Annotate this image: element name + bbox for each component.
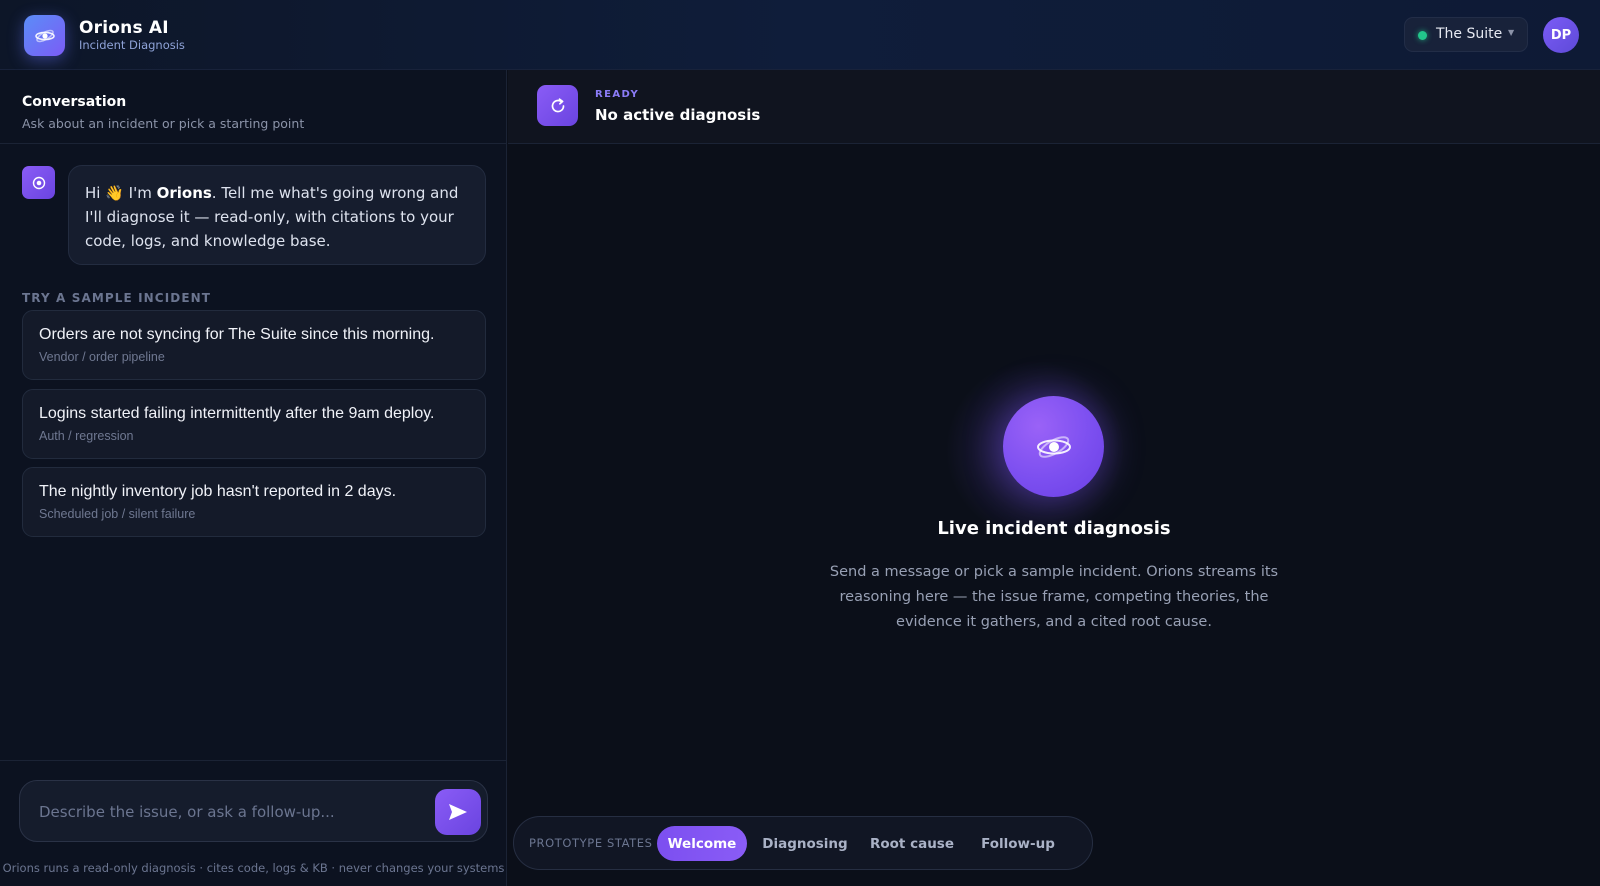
tab-root-cause[interactable]: Root cause bbox=[867, 826, 957, 861]
sample-incident-title: Logins started failing intermittently af… bbox=[39, 405, 435, 422]
message-input[interactable] bbox=[39, 800, 419, 824]
sample-incident-tag: Auth / regression bbox=[39, 429, 134, 443]
app-header: Orions AI Incident Diagnosis The Suite ▼… bbox=[0, 0, 1600, 70]
tab-welcome[interactable]: Welcome bbox=[657, 826, 747, 861]
tab-diagnosing[interactable]: Diagnosing bbox=[757, 826, 853, 861]
send-icon bbox=[449, 804, 467, 820]
status-label: READY bbox=[595, 89, 640, 100]
sample-incident-title: Orders are not syncing for The Suite sin… bbox=[39, 326, 435, 343]
conversation-panel: Conversation Ask about an incident or pi… bbox=[0, 70, 507, 886]
hero-title: Live incident diagnosis bbox=[937, 518, 1171, 539]
send-button[interactable] bbox=[435, 789, 481, 835]
conversation-title: Conversation bbox=[22, 94, 127, 110]
app-subtitle: Incident Diagnosis bbox=[79, 38, 185, 52]
divider bbox=[0, 760, 507, 761]
status-title: No active diagnosis bbox=[595, 106, 761, 124]
prototype-states-label: PROTOTYPE STATES bbox=[529, 836, 653, 850]
samples-label: TRY A SAMPLE INCIDENT bbox=[22, 291, 212, 305]
user-avatar[interactable]: DP bbox=[1543, 17, 1579, 53]
refresh-icon bbox=[537, 85, 578, 126]
chevron-down-icon: ▼ bbox=[1508, 28, 1515, 37]
bot-avatar bbox=[22, 166, 55, 199]
atom-icon bbox=[1003, 396, 1104, 497]
welcome-message: Hi 👋 I'm Orions. Tell me what's going wr… bbox=[68, 165, 486, 265]
sample-incident-tag: Vendor / order pipeline bbox=[39, 350, 165, 364]
welcome-greeting: Hi 👋 I'm bbox=[85, 184, 157, 202]
bot-name: Orions bbox=[156, 184, 212, 202]
workspace-selector[interactable]: The Suite ▼ bbox=[1404, 17, 1528, 52]
composer-footnote: Orions runs a read-only diagnosis · cite… bbox=[2, 861, 505, 875]
conversation-header: Conversation Ask about an incident or pi… bbox=[0, 70, 507, 144]
sample-incident-card[interactable]: Orders are not syncing for The Suite sin… bbox=[22, 310, 486, 380]
sample-incident-title: The nightly inventory job hasn't reporte… bbox=[39, 483, 397, 500]
atom-icon[interactable] bbox=[24, 15, 65, 56]
tab-follow-up[interactable]: Follow-up bbox=[972, 826, 1064, 861]
diagnosis-status-bar: READY No active diagnosis bbox=[508, 70, 1600, 144]
sample-incident-tag: Scheduled job / silent failure bbox=[39, 507, 196, 521]
sample-incident-card[interactable]: The nightly inventory job hasn't reporte… bbox=[22, 467, 486, 537]
app-title: Orions AI bbox=[79, 18, 169, 38]
workspace-name: The Suite bbox=[1436, 26, 1503, 42]
diagnosis-panel: READY No active diagnosis Live incident … bbox=[508, 70, 1600, 886]
atom-icon bbox=[32, 176, 45, 189]
sample-incident-card[interactable]: Logins started failing intermittently af… bbox=[22, 389, 486, 459]
prototype-states-bar: PROTOTYPE STATES Welcome Diagnosing Root… bbox=[513, 816, 1093, 870]
status-dot bbox=[1418, 31, 1427, 40]
hero-description: Send a message or pick a sample incident… bbox=[829, 564, 1279, 630]
message-composer bbox=[19, 780, 488, 842]
conversation-subtitle: Ask about an incident or pick a starting… bbox=[22, 116, 305, 131]
